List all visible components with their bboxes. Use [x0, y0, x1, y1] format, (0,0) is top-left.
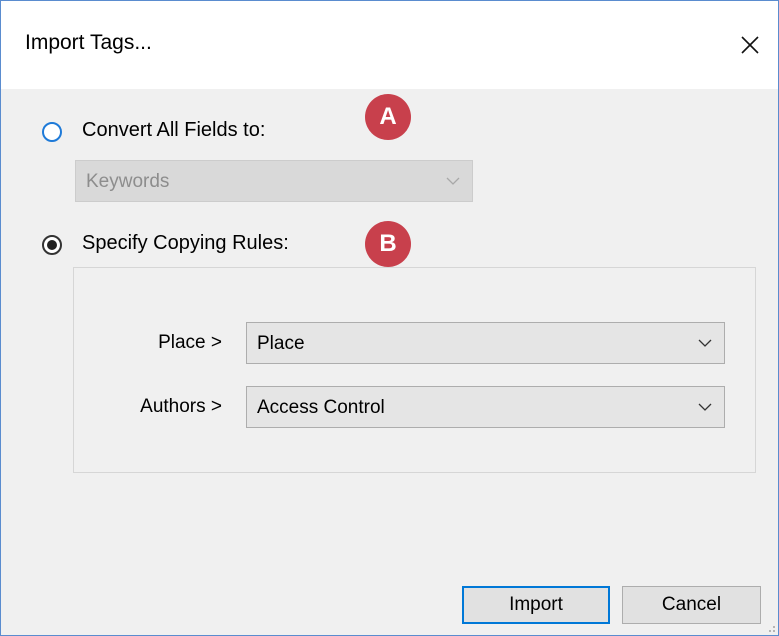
specify-rules-radio[interactable] — [42, 235, 62, 255]
rule-label-place: Place > — [158, 332, 222, 353]
close-button[interactable] — [730, 25, 770, 65]
resize-grip-icon[interactable] — [764, 621, 776, 633]
chevron-down-icon — [698, 403, 712, 411]
dialog-title: Import Tags... — [25, 31, 152, 54]
rule-select-authors[interactable]: Access Control — [246, 386, 725, 428]
annotation-badge-b: B — [365, 221, 411, 267]
chevron-down-icon — [446, 177, 460, 185]
close-icon — [741, 36, 759, 54]
copying-rules-group — [73, 267, 756, 473]
title-bar: Import Tags... — [1, 1, 778, 89]
import-tags-dialog: Import Tags... Convert All Fields to: A … — [0, 0, 779, 636]
rule-select-place-value: Place — [257, 333, 305, 354]
import-button[interactable]: Import — [462, 586, 610, 624]
convert-all-field-value: Keywords — [86, 171, 170, 192]
cancel-button[interactable]: Cancel — [622, 586, 761, 624]
convert-all-label[interactable]: Convert All Fields to: — [82, 119, 265, 142]
annotation-badge-a: A — [365, 94, 411, 140]
rule-label-authors: Authors > — [140, 396, 222, 417]
convert-all-radio[interactable] — [42, 122, 62, 142]
radio-selected-dot — [47, 240, 57, 250]
specify-rules-label[interactable]: Specify Copying Rules: — [82, 232, 289, 255]
rule-select-authors-value: Access Control — [257, 397, 385, 418]
chevron-down-icon — [698, 339, 712, 347]
convert-all-field-select[interactable]: Keywords — [75, 160, 473, 202]
rule-select-place[interactable]: Place — [246, 322, 725, 364]
